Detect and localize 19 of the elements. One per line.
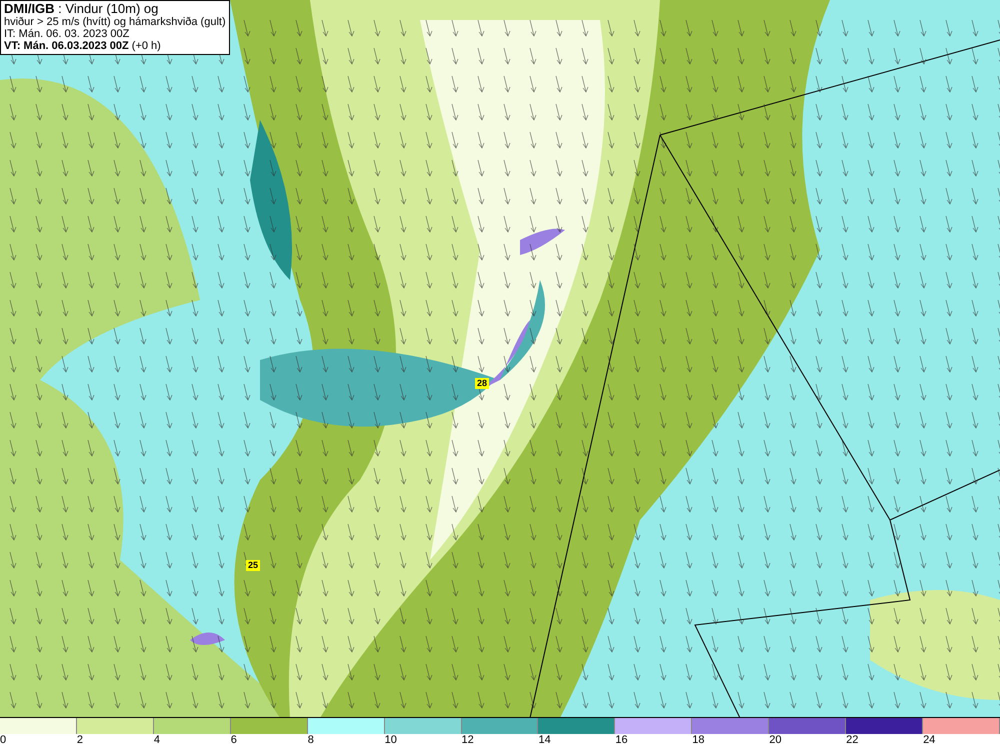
title-line: hviður > 25 m/s (hvítt) og hámarkshviða (gult) <box>4 16 226 28</box>
gust-maximum-label: 25 <box>246 560 260 571</box>
legend-label: 16 <box>615 734 628 746</box>
title-line: DMI/IGB : Vindur (10m) og <box>4 2 160 16</box>
legend-label: 18 <box>692 734 705 746</box>
legend-label: 0 <box>0 734 6 746</box>
legend-label: 10 <box>384 734 397 746</box>
legend-label: 12 <box>462 734 474 746</box>
legend-label: 22 <box>846 734 858 746</box>
legend-label: 24 <box>923 734 936 746</box>
legend-label: 20 <box>769 734 782 746</box>
title-line: IT: Mán. 06. 03. 2023 00Z <box>4 28 130 40</box>
gust-maximum-label: 28 <box>475 378 490 389</box>
legend-label: 8 <box>308 734 314 746</box>
legend-label: 4 <box>154 734 160 746</box>
title-line: VT: Mán. 06.03.2023 00Z (+0 h) <box>4 40 162 52</box>
legend-label: 14 <box>538 734 551 746</box>
legend-label: 2 <box>76 734 84 746</box>
legend-label: 6 <box>230 734 237 746</box>
